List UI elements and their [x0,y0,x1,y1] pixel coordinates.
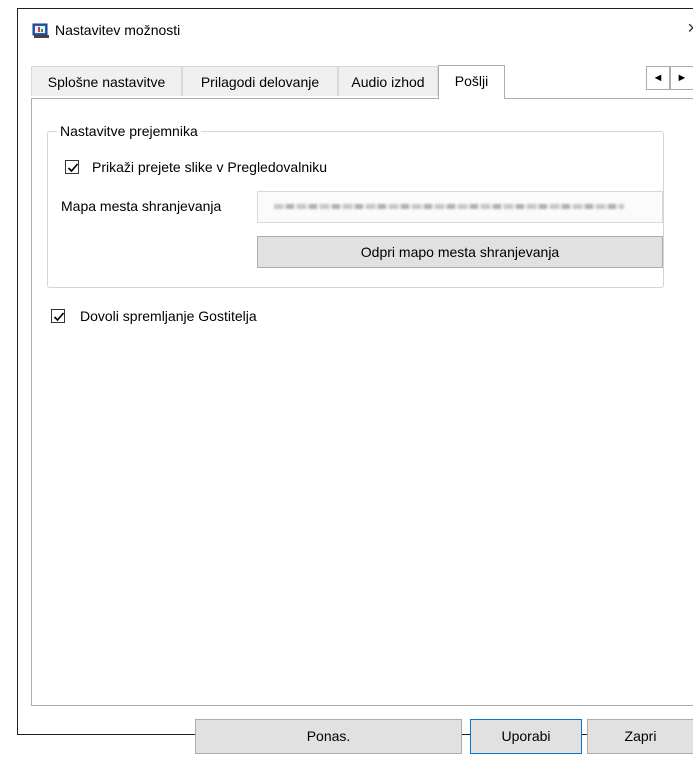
tab-customize-behavior[interactable]: Prilagodi delovanje [182,66,338,96]
tab-audio-output[interactable]: Audio izhod [338,66,438,96]
show-received-images-label: Prikaži prejete slike v Pregledovalniku [92,159,327,175]
title-bar[interactable]: Nastavitev možnosti × [18,9,693,49]
checkmark-icon [53,312,65,322]
reset-button[interactable]: Ponas. [195,719,462,754]
send-tab-panel: Nastavitve prejemnika Prikaži prejete sl… [31,98,693,706]
save-folder-path-blurred [274,204,624,209]
tab-strip: Splošne nastavitve Prilagodi delovanje A… [31,65,693,99]
open-save-folder-button[interactable]: Odpri mapo mesta shranjevanja [257,236,663,268]
app-icon [32,23,49,38]
tab-scroll-left-icon[interactable]: ◄ [646,66,670,90]
show-received-images-checkbox[interactable] [65,160,79,174]
tab-scroll-buttons: ◄ ► [646,66,693,91]
options-dialog: Nastavitev možnosti × Splošne nastavitve… [17,8,693,754]
close-icon[interactable]: × [687,19,693,37]
save-folder-path-field[interactable] [257,191,663,223]
apply-button[interactable]: Uporabi [470,719,582,754]
tab-send[interactable]: Pošlji [438,65,505,99]
receiver-settings-legend: Nastavitve prejemnika [57,122,201,140]
save-folder-label: Mapa mesta shranjevanja [61,198,222,214]
close-button[interactable]: Zapri [587,719,693,754]
receiver-settings-group: Nastavitve prejemnika Prikaži prejete sl… [47,122,664,288]
tab-general-settings[interactable]: Splošne nastavitve [31,66,182,96]
tab-scroll-right-icon[interactable]: ► [670,66,693,90]
allow-host-monitoring-label: Dovoli spremljanje Gostitelja [80,308,257,324]
allow-host-monitoring-checkbox[interactable] [51,309,65,323]
window-title: Nastavitev možnosti [55,22,181,38]
checkmark-icon [67,163,79,173]
